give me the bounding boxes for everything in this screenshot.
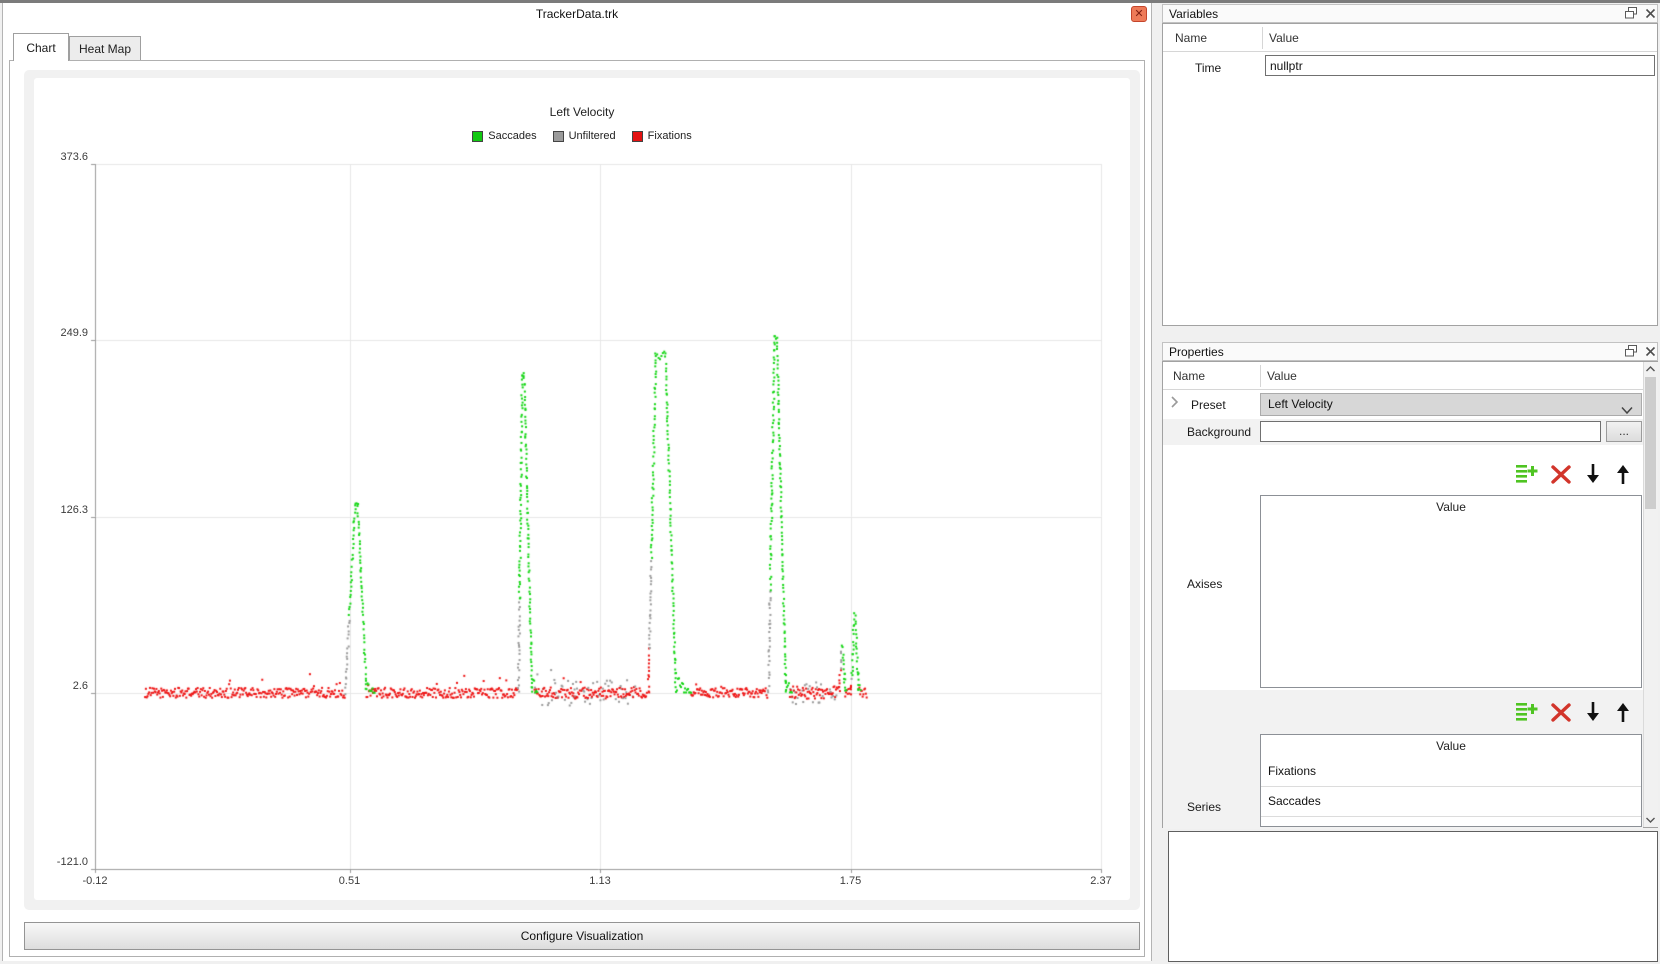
axises-label: Axises [1187,577,1222,591]
properties-col-name: Name [1173,369,1205,383]
properties-dock: Properties Name Value Preset Left Veloci… [1162,342,1658,828]
axises-list-header: Value [1261,496,1641,518]
float-dock-icon[interactable] [1625,345,1638,358]
document-window: TrackerData.trk ✕ Chart Heat Map Left Ve… [2,3,1152,961]
move-axis-up-icon[interactable] [1611,462,1637,488]
move-axis-down-icon[interactable] [1581,462,1607,488]
chevron-down-icon [1621,401,1633,421]
series-item-fixations[interactable]: Fixations [1261,757,1641,787]
remove-series-icon[interactable] [1549,700,1575,726]
series-label: Series [1187,800,1221,814]
properties-col-value: Value [1267,369,1297,383]
chart-area: Left Velocity Saccades Unfiltered Fixati… [34,78,1130,900]
background-input[interactable] [1260,421,1601,442]
series-list-header: Value [1261,735,1641,757]
background-browse-button[interactable]: ... [1606,421,1642,442]
properties-header-underline [1163,389,1643,390]
y-tick-label: 373.6 [34,151,88,163]
chart-card: Left Velocity Saccades Unfiltered Fixati… [24,70,1140,910]
scroll-up-icon[interactable] [1644,362,1657,376]
document-title: TrackerData.trk [3,7,1151,21]
document-title-bar[interactable]: TrackerData.trk ✕ [3,3,1151,25]
properties-header-divider [1260,365,1261,387]
close-dock-icon[interactable] [1644,7,1657,20]
add-series-icon[interactable] [1515,700,1541,726]
move-series-down-icon[interactable] [1581,700,1607,726]
tab-heatmap[interactable]: Heat Map [69,36,141,61]
variables-header-divider [1262,27,1263,49]
add-axis-icon[interactable] [1515,462,1541,488]
preset-expander-icon[interactable] [1171,396,1179,411]
variables-dock-title-bar[interactable]: Variables [1162,4,1658,23]
variables-header-underline [1163,51,1657,52]
y-tick-label: -121.0 [34,856,88,868]
series-item-saccades[interactable]: Saccades [1261,787,1641,817]
float-dock-icon[interactable] [1625,7,1638,20]
scroll-down-icon[interactable] [1644,813,1657,827]
variable-name-time: Time [1195,61,1221,75]
remove-axis-icon[interactable] [1549,462,1575,488]
properties-dock-title-bar[interactable]: Properties [1162,342,1658,361]
chart-canvas[interactable] [34,78,1130,900]
tab-chart[interactable]: Chart [13,33,69,61]
chart-tab-content: Left Velocity Saccades Unfiltered Fixati… [9,60,1145,957]
time-value-input[interactable] [1265,55,1655,76]
x-tick-label: -0.12 [67,875,123,887]
variables-col-name: Name [1175,31,1207,45]
x-tick-label: 1.75 [823,875,879,887]
series-listbox[interactable]: Value Fixations Saccades [1260,734,1642,827]
x-tick-label: 2.37 [1073,875,1129,887]
properties-dock-title: Properties [1169,345,1224,359]
preset-label: Preset [1191,398,1226,412]
x-tick-label: 1.13 [572,875,628,887]
preset-value: Left Velocity [1268,397,1333,411]
y-tick-label: 249.9 [34,327,88,339]
axises-listbox[interactable]: Value [1260,495,1642,688]
configure-visualization-button[interactable]: Configure Visualization [24,922,1140,950]
y-tick-label: 126.3 [34,504,88,516]
move-series-up-icon[interactable] [1611,700,1637,726]
y-tick-label: 2.6 [34,680,88,692]
properties-scrollbar[interactable] [1643,362,1658,827]
x-tick-label: 0.51 [322,875,378,887]
close-icon[interactable]: ✕ [1131,6,1147,22]
preset-combobox[interactable]: Left Velocity [1260,393,1642,416]
background-label: Background [1187,425,1251,439]
properties-editor: Name Value Preset Left Velocity Backgrou… [1162,361,1658,828]
variables-col-value: Value [1269,31,1299,45]
bottom-right-panel [1168,831,1658,962]
variables-dock: Variables Name Value Time [1162,4,1658,326]
variables-dock-title: Variables [1169,7,1218,21]
variables-table: Name Value Time [1162,23,1658,326]
scrollbar-thumb[interactable] [1645,377,1656,509]
close-dock-icon[interactable] [1644,345,1657,358]
